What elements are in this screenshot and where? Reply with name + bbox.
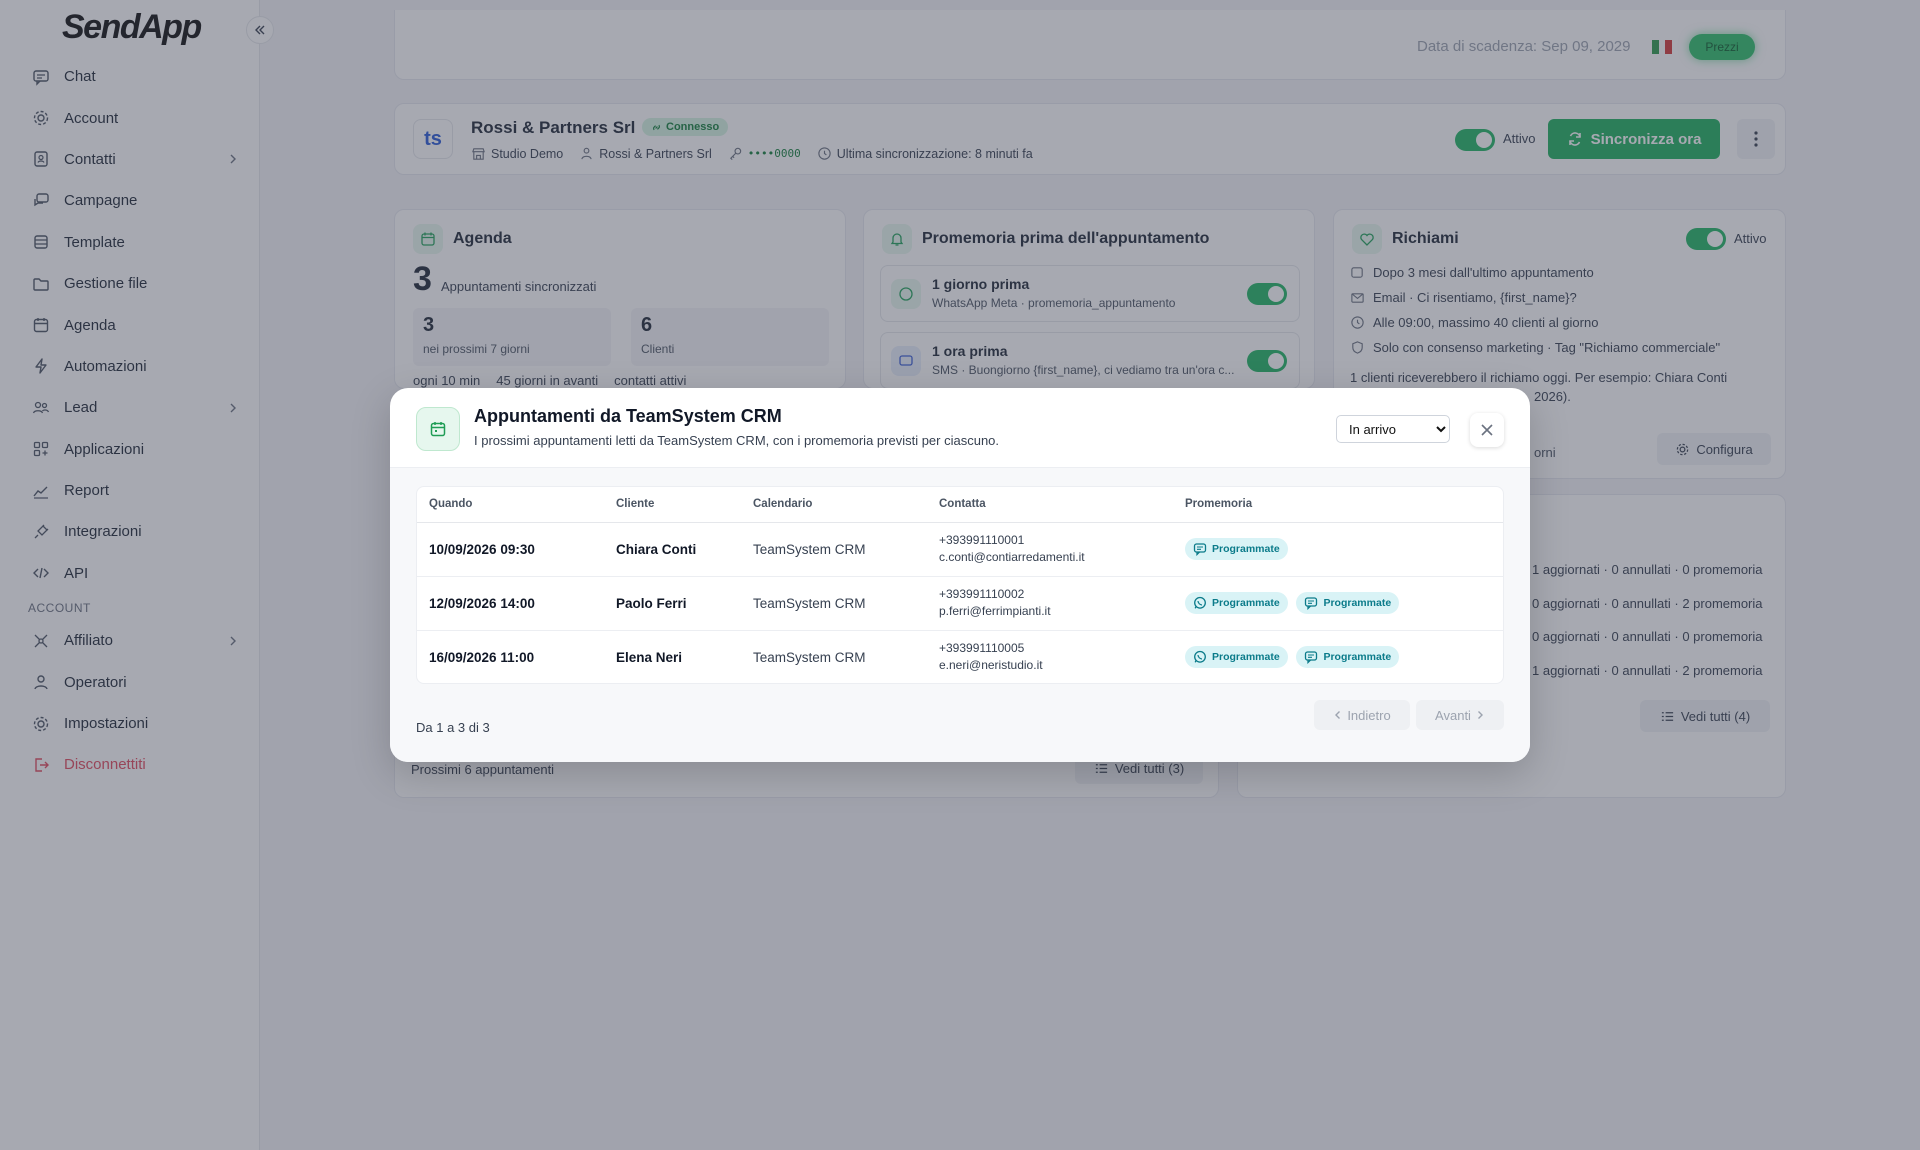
- appointments-modal: Appuntamenti da TeamSystem CRM I prossim…: [390, 388, 1530, 762]
- cell-when: 16/09/2026 11:00: [429, 649, 535, 665]
- modal-header: Appuntamenti da TeamSystem CRM I prossim…: [390, 388, 1530, 468]
- chevron-right-icon: [1477, 711, 1483, 719]
- column-calendar[interactable]: Calendario: [741, 487, 927, 523]
- table-header-row: Quando Cliente Calendario Contatta Prome…: [417, 487, 1503, 523]
- cell-client: Elena Neri: [616, 649, 683, 665]
- cell-calendar: TeamSystem CRM: [741, 576, 927, 631]
- column-client[interactable]: Cliente: [604, 487, 741, 523]
- table-row[interactable]: 16/09/2026 11:00 Elena Neri TeamSystem C…: [417, 630, 1503, 683]
- column-reminder[interactable]: Promemoria: [1173, 487, 1503, 523]
- appointments-table: Quando Cliente Calendario Contatta Prome…: [416, 486, 1504, 684]
- whatsapp-icon: [1194, 596, 1206, 609]
- contact-phone[interactable]: +393991110002: [939, 586, 1173, 603]
- contact-email[interactable]: p.ferri@ferrimpianti.it: [939, 603, 1173, 620]
- cell-client: Chiara Conti: [604, 522, 741, 577]
- prev-page-button[interactable]: Indietro: [1314, 700, 1410, 730]
- cell-reminder: Programmate Programmate: [1173, 630, 1503, 683]
- chevron-left-icon: [1335, 711, 1341, 719]
- cell-calendar: TeamSystem CRM: [753, 649, 866, 665]
- column-when[interactable]: Quando: [417, 487, 604, 523]
- whatsapp-icon: [1194, 651, 1206, 664]
- column-contact[interactable]: Contatta: [927, 487, 1173, 523]
- next-page-button[interactable]: Avanti: [1416, 700, 1504, 730]
- cell-contact: +393991110001 c.conti@contiarredamenti.i…: [927, 522, 1173, 577]
- contact-phone[interactable]: +393991110001: [939, 532, 1173, 549]
- cell-when: 12/09/2026 14:00: [417, 576, 604, 631]
- reminder-chip-sms[interactable]: Programmate: [1185, 538, 1288, 560]
- cell-contact: +393991110005 e.neri@neristudio.it: [927, 630, 1173, 683]
- message-icon: [1305, 597, 1318, 610]
- modal-close-button[interactable]: [1470, 413, 1504, 447]
- contact-email[interactable]: c.conti@contiarredamenti.it: [939, 549, 1173, 566]
- cell-contact: +393991110002 p.ferri@ferrimpianti.it: [927, 576, 1173, 631]
- cell-client: Paolo Ferri: [604, 576, 741, 631]
- cell-calendar: TeamSystem CRM: [741, 522, 927, 577]
- reminder-chip-sms[interactable]: Programmate: [1296, 592, 1400, 614]
- modal-subtitle: I prossimi appuntamenti letti da TeamSys…: [474, 433, 1000, 448]
- message-icon: [1193, 543, 1207, 556]
- table-row[interactable]: 12/09/2026 14:00 Paolo Ferri TeamSystem …: [417, 576, 1503, 631]
- modal-body: Quando Cliente Calendario Contatta Prome…: [390, 468, 1530, 762]
- modal-title: Appuntamenti da TeamSystem CRM: [474, 406, 782, 426]
- cell-reminder: Programmate: [1173, 522, 1503, 577]
- appointments-filter-select[interactable]: In arrivo: [1336, 415, 1450, 443]
- contact-email[interactable]: e.neri@neristudio.it: [939, 657, 1173, 674]
- reminder-chip-sms[interactable]: Programmate: [1296, 646, 1400, 669]
- cell-reminder: Programmate Programmate: [1173, 576, 1503, 631]
- pagination-summary: Da 1 a 3 di 3: [416, 720, 490, 735]
- contact-phone[interactable]: +393991110005: [939, 640, 1173, 657]
- message-icon: [1305, 651, 1318, 665]
- reminder-chip-whatsapp[interactable]: Programmate: [1185, 646, 1288, 669]
- cell-when: 10/09/2026 09:30: [417, 522, 604, 577]
- table-row[interactable]: 10/09/2026 09:30 Chiara Conti TeamSystem…: [417, 522, 1503, 577]
- close-icon: [1481, 424, 1493, 436]
- calendar-icon: [416, 407, 460, 451]
- reminder-chip-whatsapp[interactable]: Programmate: [1185, 592, 1288, 614]
